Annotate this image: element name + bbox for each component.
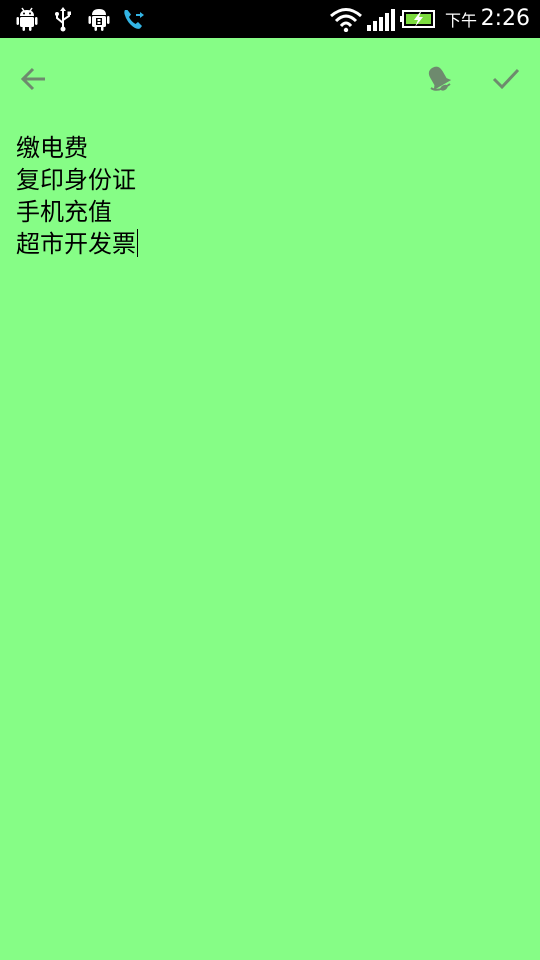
text-cursor	[137, 229, 138, 257]
note-line: 复印身份证	[16, 166, 136, 194]
status-bar: 下午 2:26	[0, 0, 540, 38]
checkmark-icon	[492, 68, 520, 90]
note-toolbar	[0, 38, 540, 122]
debug-icon	[86, 6, 112, 32]
bell-icon	[428, 66, 452, 91]
note-line: 手机充值	[16, 198, 112, 226]
call-forward-icon	[121, 6, 147, 32]
back-button[interactable]	[17, 62, 51, 96]
am-pm-label: 下午	[444, 11, 477, 30]
android-icon	[14, 6, 40, 32]
reminder-button[interactable]	[422, 62, 456, 96]
note-line-text: 超市开发票	[16, 230, 136, 258]
note-line-last: 超市开发票	[16, 228, 526, 260]
usb-icon	[50, 6, 76, 32]
battery-charging-icon	[400, 6, 436, 32]
status-time: 2:26	[480, 6, 530, 31]
wifi-icon	[330, 6, 362, 32]
note-text-area[interactable]: 缴电费 复印身份证 手机充值 超市开发票	[16, 132, 526, 260]
done-button[interactable]	[489, 62, 523, 96]
signal-icon	[366, 6, 396, 32]
arrow-left-icon	[20, 67, 45, 91]
note-line: 缴电费	[16, 134, 88, 162]
